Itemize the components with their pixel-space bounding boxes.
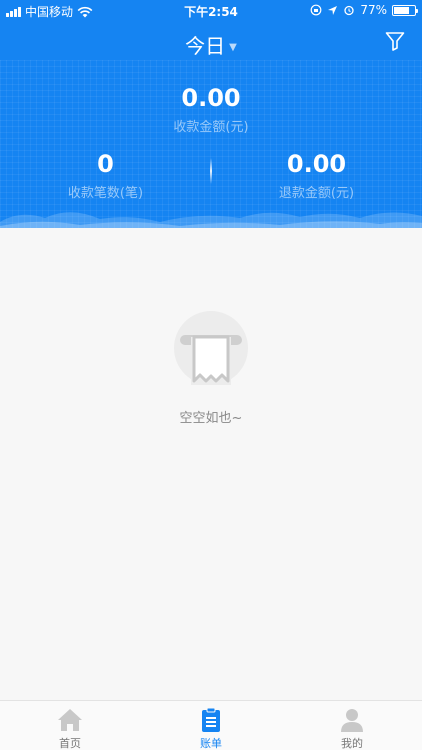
dropdown-caret-icon: ▼ bbox=[229, 42, 237, 53]
refund-amount-stat: 0.00 退款金额(元) bbox=[211, 150, 422, 201]
title-bar: 今日 ▼ bbox=[0, 26, 422, 60]
header-waves bbox=[0, 212, 422, 228]
header-panel: 中国移动 下午2:54 77% 今日 ▼ 0.00 收款金额(元) 0 收款笔数… bbox=[0, 0, 422, 228]
tab-profile-label: 我的 bbox=[341, 737, 363, 750]
page-title: 今日 bbox=[185, 34, 226, 58]
battery-percent: 77% bbox=[360, 3, 387, 17]
tab-profile[interactable]: 我的 bbox=[282, 701, 422, 750]
total-amount-value: 0.00 bbox=[181, 84, 241, 112]
receipt-icon bbox=[174, 311, 248, 385]
total-amount-label: 收款金额(元) bbox=[173, 120, 249, 135]
user-icon bbox=[341, 709, 363, 732]
bill-icon bbox=[202, 707, 220, 732]
refund-amount-label: 退款金额(元) bbox=[278, 186, 355, 201]
date-range-selector[interactable]: 今日 ▼ bbox=[0, 30, 422, 59]
payment-count-value: 0 bbox=[97, 150, 114, 178]
empty-state-text: 空空如也~ bbox=[179, 411, 243, 426]
location-icon bbox=[328, 5, 338, 15]
status-bar: 中国移动 下午2:54 77% bbox=[0, 0, 422, 22]
tab-bills-label: 账单 bbox=[200, 737, 222, 750]
orientation-lock-icon bbox=[310, 4, 322, 16]
payment-count-label: 收款笔数(笔) bbox=[67, 186, 144, 201]
filter-icon[interactable] bbox=[384, 30, 406, 52]
home-icon bbox=[58, 709, 82, 731]
tab-bar: 首页 账单 我的 bbox=[0, 700, 422, 750]
alarm-icon bbox=[344, 5, 354, 16]
refund-amount-value: 0.00 bbox=[286, 150, 347, 178]
tab-bills[interactable]: 账单 bbox=[141, 701, 281, 750]
battery-icon bbox=[392, 4, 418, 16]
payment-count-stat: 0 收款笔数(笔) bbox=[0, 150, 211, 201]
tab-home-label: 首页 bbox=[59, 737, 81, 750]
tab-home[interactable]: 首页 bbox=[0, 701, 140, 750]
